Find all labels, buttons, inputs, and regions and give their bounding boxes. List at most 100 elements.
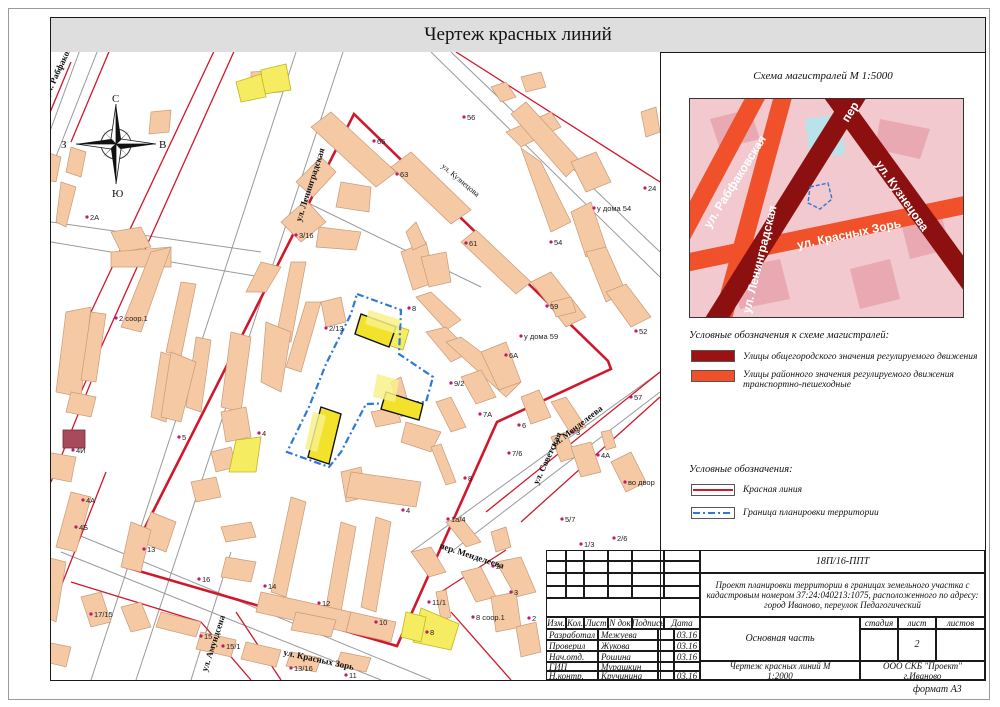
compass-west: З	[61, 139, 67, 151]
house-number: 57	[634, 393, 642, 402]
stamp-sign-norm	[658, 671, 674, 680]
house-number: 10	[379, 618, 387, 627]
stamp-date-gip	[674, 662, 700, 671]
stamp-date-checked: 03.16	[674, 640, 700, 651]
house-number: 8	[468, 474, 472, 483]
stamp-header-signature: Подпись	[632, 617, 664, 629]
stamp-drawing-title: Чертеж красных линий М 1:2000	[700, 661, 860, 680]
stamp-project: Проект планировки территории в границах …	[700, 573, 985, 617]
stamp-organization: ООО СКБ "Проект" г.Иваново	[860, 661, 985, 680]
house-number: 4	[262, 429, 266, 438]
legend-label-district-street: Улицы районного значения регулируемого д…	[743, 370, 954, 390]
house-number: 52	[639, 327, 647, 336]
house-number: 8	[412, 304, 416, 313]
house-number: 1/3	[584, 540, 594, 549]
stamp-sign-checked	[658, 640, 674, 651]
highway-schema-map: ул. Рабфаковская ул. Ленинградская ул. К…	[690, 99, 963, 317]
house-number: 4И	[76, 446, 86, 455]
house-number: 14	[268, 582, 276, 591]
house-number: 7/6	[512, 449, 522, 458]
house-number: 2	[532, 614, 536, 623]
compass-south: Ю	[112, 188, 123, 200]
drawing-frame: Чертеж красных линий 56 65 63 3/16 61 2А…	[50, 17, 986, 681]
stamp-date-developer: 03.16	[674, 629, 700, 640]
house-number: 5/7	[565, 515, 575, 524]
stamp-sign-developer	[658, 629, 674, 640]
house-vo-dvor: во двор	[623, 478, 655, 487]
house-number: у дома 54	[597, 204, 631, 213]
legend-heading: Условные обозначения:	[689, 464, 793, 475]
stamp-header-izm: Изм.	[546, 617, 566, 629]
stamp-blank	[632, 573, 664, 586]
house-near-54: у дома 54	[592, 204, 631, 213]
house-number: 2 соор.1	[119, 314, 148, 323]
house-number: 4Б	[79, 523, 88, 532]
stamp-blank	[664, 561, 700, 573]
stamp-stage-label: стадия	[860, 617, 898, 629]
house-number: 54	[554, 238, 562, 247]
stamp-blank	[584, 550, 608, 561]
house-number: 16	[202, 575, 210, 584]
house-number: во двор	[628, 478, 655, 487]
stamp-blank	[608, 573, 632, 586]
house-near-59: у дома 59	[519, 332, 558, 341]
stamp-header-date: Дата	[664, 617, 700, 629]
stamp-date-norm: 03.16	[674, 671, 700, 680]
stamp-role-norm: Н.контр.	[546, 671, 598, 680]
stamp-role-developer: Разработал	[546, 629, 598, 640]
stamp-blank	[664, 573, 700, 586]
stamp-name-norm: Кручинина	[598, 671, 658, 680]
house-number: 63	[400, 170, 408, 179]
stamp-header-kol: Кол.	[566, 617, 584, 629]
stamp-part: Основная часть	[700, 617, 860, 661]
house-number: 17/15	[94, 610, 113, 619]
stamp-name-head: Рошина	[598, 651, 658, 662]
stamp-blank	[632, 550, 664, 561]
legend-swatch-city-street	[691, 350, 735, 362]
house-number: 6	[522, 421, 526, 430]
house-number: 4	[406, 506, 410, 515]
house-number: 1а/4	[451, 515, 466, 524]
house-number: 12	[322, 599, 330, 608]
house-number: 2/13	[329, 324, 344, 333]
house-number: 5	[182, 433, 186, 442]
stamp-date-head: 03.16	[674, 651, 700, 662]
stamp-role-gip: ГИП	[546, 662, 598, 671]
stamp-blank	[632, 561, 664, 573]
house-number: 11/1	[432, 598, 446, 607]
stamp-sheets-value	[936, 629, 985, 661]
legend-swatch-planning-boundary	[691, 507, 735, 519]
stamp-header-ndok: N док	[608, 617, 632, 629]
stamp-role-head: Нач.отд.	[546, 651, 598, 662]
house-number: 8	[430, 628, 434, 637]
stamp-name-gip: Мурашкин	[598, 662, 658, 671]
stamp-blank	[608, 586, 632, 598]
legend-label-red-line: Красная линия	[743, 485, 803, 495]
house-number: 2А	[90, 213, 99, 222]
stamp-blank	[664, 586, 700, 598]
stamp-code: 18П/16-ППТ	[700, 550, 985, 573]
stamp-header-list: Лист	[584, 617, 608, 629]
stamp-sheets-label: листов	[936, 617, 985, 629]
stamp-blank	[584, 586, 608, 598]
schema-legend-heading: Условные обозначения к схеме магистралей…	[689, 330, 890, 341]
stamp-blank	[632, 586, 664, 598]
title-block: Изм. Кол. Лист N док Подпись Дата Разраб…	[546, 550, 985, 680]
legend-label-planning-boundary: Граница планировки территории	[743, 508, 879, 518]
house-number: 4А	[601, 451, 610, 460]
legend-label-city-street: Улицы общегородского значения регулируем…	[743, 352, 978, 362]
stamp-blank	[584, 573, 608, 586]
house-number: у дома 59	[524, 332, 558, 341]
house-number: 6А	[509, 351, 518, 360]
stamp-blank	[546, 598, 700, 617]
stamp-role-checked: Проверил	[546, 640, 598, 651]
house-number: 2/6	[617, 534, 627, 543]
house-number: 8 соор.1	[476, 613, 505, 622]
stamp-stage-value	[860, 629, 898, 661]
house-number: 11	[349, 671, 357, 680]
stamp-blank	[608, 550, 632, 561]
legend-swatch-red-line	[691, 484, 735, 496]
schema-title: Схема магистралей М 1:5000	[753, 70, 893, 82]
stamp-blank	[566, 573, 584, 586]
house-number: 13/16	[294, 664, 313, 673]
